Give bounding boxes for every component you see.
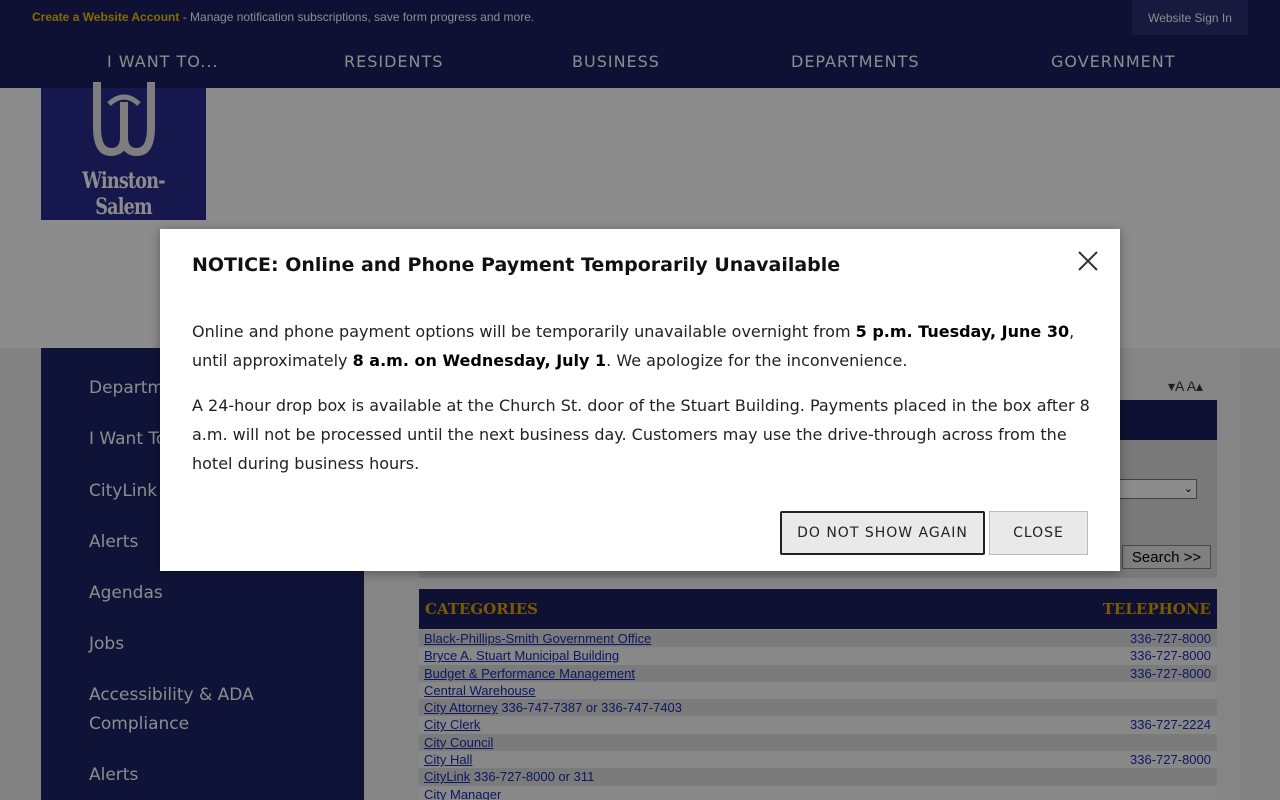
dialog-paragraph-1: Online and phone payment options will be… — [192, 317, 1092, 375]
close-icon[interactable] — [1077, 250, 1099, 272]
do-not-show-again-button[interactable]: DO NOT SHOW AGAIN — [780, 511, 985, 555]
notice-dialog: NOTICE: Online and Phone Payment Tempora… — [160, 229, 1120, 571]
dialog-paragraph-2: A 24-hour drop box is available at the C… — [192, 396, 1090, 473]
p1-bold-start: 5 p.m. Tuesday, June 30 — [855, 322, 1070, 341]
p1-text-e: . We apologize for the inconvenience. — [606, 351, 908, 370]
p1-text-a: Online and phone payment options will be… — [192, 322, 856, 341]
p1-bold-end: 8 a.m. on Wednesday, July 1 — [352, 351, 607, 370]
close-button[interactable]: CLOSE — [989, 511, 1088, 555]
dialog-title: NOTICE: Online and Phone Payment Tempora… — [192, 254, 841, 276]
